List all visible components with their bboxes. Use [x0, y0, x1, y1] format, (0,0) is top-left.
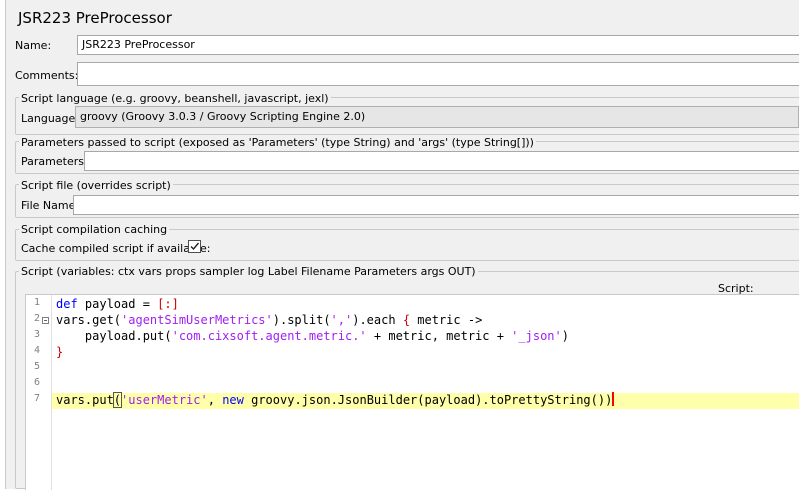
- name-input[interactable]: JSR223 PreProcessor: [77, 35, 799, 55]
- fold-collapse-icon[interactable]: [42, 317, 49, 324]
- line-number: 3: [33, 329, 40, 340]
- line-number: 2: [33, 313, 40, 324]
- code-token: groovy.json.JsonBuilder(payload).toPrett…: [243, 393, 613, 407]
- code-token: ).each: [352, 313, 403, 327]
- caching-group-title: Script compilation caching: [19, 223, 170, 236]
- line-number: 6: [33, 377, 40, 388]
- parameters-group-title: Parameters passed to script (exposed as …: [19, 136, 536, 149]
- checkmark-icon: [190, 242, 200, 251]
- code-token: payload =: [77, 297, 158, 311]
- code-token: 'userMetric': [121, 393, 208, 407]
- parameters-label: Parameters:: [21, 155, 88, 168]
- code-line-1[interactable]: def payload = [:]: [56, 296, 179, 312]
- script-group-title: Script (variables: ctx vars props sample…: [19, 265, 478, 278]
- comments-input[interactable]: [77, 62, 799, 86]
- line-number: 4: [33, 345, 40, 356]
- file-name-label: File Name:: [21, 199, 80, 212]
- panel-title: JSR223 PreProcessor: [18, 9, 172, 27]
- code-token: [:]: [157, 297, 179, 311]
- language-select[interactable]: groovy (Groovy 3.0.3 / Groovy Scripting …: [75, 106, 799, 128]
- code-token: ,: [207, 393, 223, 407]
- comments-label: Comments:: [15, 69, 79, 82]
- parameters-input[interactable]: [84, 151, 799, 171]
- code-token: ',': [330, 313, 353, 327]
- script-file-group-title: Script file (overrides script): [19, 179, 173, 192]
- text-caret: [612, 392, 615, 406]
- code-token: new: [222, 393, 244, 407]
- code-token: '_json': [511, 329, 562, 343]
- code-token: payload.put(: [56, 329, 172, 343]
- code-token: 'com.cixsoft.agent.metric.': [171, 329, 367, 343]
- code-line-2[interactable]: vars.get('agentSimUserMetrics').split(',…: [56, 312, 482, 328]
- name-label: Name:: [15, 39, 52, 52]
- code-token: (: [112, 392, 123, 408]
- code-token: ).split(: [272, 313, 331, 327]
- line-number: 7: [33, 393, 40, 404]
- line-number: 1: [33, 297, 40, 308]
- line-number-gutter: 1 2 3 4 5 6 7: [26, 295, 52, 490]
- code-line-3[interactable]: payload.put('com.cixsoft.agent.metric.' …: [56, 328, 569, 344]
- code-token: }: [56, 345, 64, 359]
- file-name-input[interactable]: [73, 195, 799, 215]
- language-label: Language:: [21, 112, 79, 125]
- code-token: + metric, metric +: [366, 329, 512, 343]
- code-line-7[interactable]: vars.put('userMetric', new groovy.json.J…: [56, 392, 615, 408]
- code-token: def: [56, 297, 78, 311]
- code-token: ): [561, 329, 569, 343]
- code-token: {: [402, 313, 411, 327]
- code-line-4[interactable]: }: [56, 344, 63, 360]
- code-token: vars.get(: [56, 313, 122, 327]
- code-token: metric ->: [410, 313, 483, 327]
- code-token: vars.put: [56, 393, 114, 407]
- script-language-group-title: Script language (e.g. groovy, beanshell,…: [19, 92, 331, 105]
- code-token: 'agentSimUserMetrics': [121, 313, 273, 327]
- script-editor[interactable]: 1 2 3 4 5 6 7 def payload = [:] vars.get…: [25, 294, 799, 490]
- cache-compiled-checkbox[interactable]: [188, 240, 201, 253]
- cache-compiled-label: Cache compiled script if available:: [21, 242, 211, 255]
- line-number: 5: [33, 361, 40, 372]
